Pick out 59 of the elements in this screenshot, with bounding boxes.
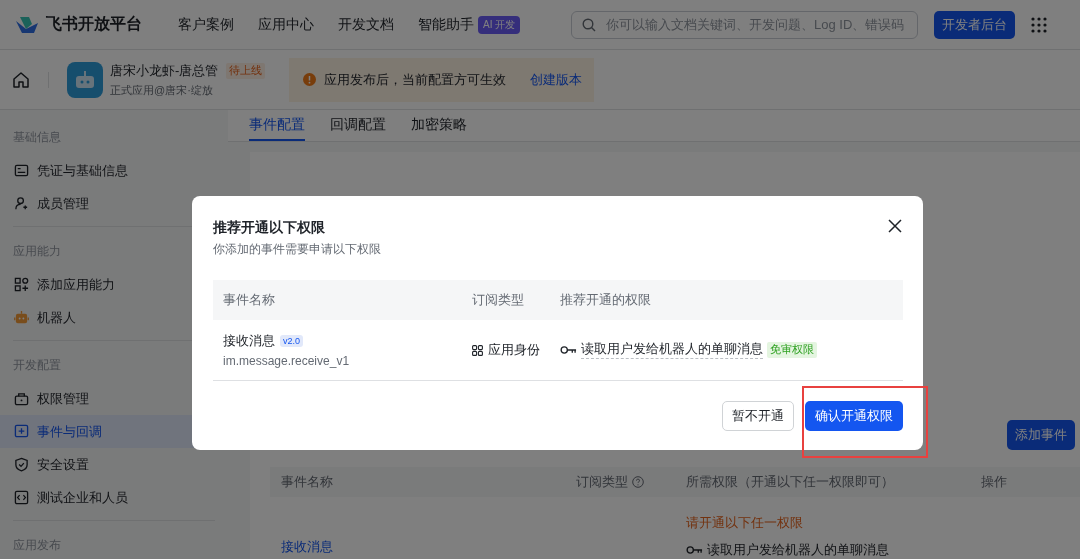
version-tag: v2.0 bbox=[280, 335, 303, 347]
shield-icon bbox=[14, 457, 29, 472]
card-icon bbox=[14, 163, 29, 178]
column-header: 订阅类型 bbox=[576, 473, 628, 491]
home-icon[interactable] bbox=[12, 70, 30, 89]
key-icon bbox=[686, 545, 703, 555]
nav-link[interactable]: 客户案例 bbox=[178, 15, 234, 34]
close-icon[interactable] bbox=[887, 218, 903, 234]
column-header: 事件名称 bbox=[223, 291, 276, 309]
cancel-button[interactable]: 暂不开通 bbox=[722, 401, 794, 431]
nav-link[interactable]: 智能助手 bbox=[418, 15, 474, 34]
event-key: im.message.receive_v1 bbox=[223, 353, 472, 368]
nav-link[interactable]: 应用中心 bbox=[258, 15, 314, 34]
sidebar-item[interactable]: 权限管理 bbox=[0, 382, 228, 415]
status-tag: 待上线 bbox=[226, 62, 266, 79]
app-subtitle: 正式应用@唐宋·绽放 bbox=[110, 82, 214, 98]
help-icon[interactable] bbox=[632, 476, 644, 488]
nav-link[interactable]: 开发文档 bbox=[338, 15, 394, 34]
app-avatar bbox=[67, 61, 103, 98]
permission-name: 读取用户发给机器人的单聊消息 bbox=[581, 341, 763, 359]
column-header: 操作 bbox=[981, 473, 1007, 491]
code-icon bbox=[14, 490, 29, 505]
tab[interactable]: 回调配置 bbox=[330, 110, 386, 141]
lock-icon bbox=[14, 391, 29, 406]
sidebar-item[interactable]: 测试企业和人员 bbox=[0, 481, 228, 514]
search-icon bbox=[582, 17, 596, 32]
column-header: 事件名称 bbox=[281, 473, 333, 491]
logo-text[interactable]: 飞书开放平台 bbox=[46, 14, 142, 35]
sidebar-item[interactable]: 成员管理 bbox=[0, 187, 228, 220]
robot-icon bbox=[14, 310, 29, 325]
add-event-button[interactable]: 添加事件 bbox=[1007, 420, 1075, 450]
warning-icon bbox=[303, 73, 317, 86]
permission-tag: 免审权限 bbox=[767, 342, 817, 358]
apps-icon bbox=[14, 277, 29, 292]
permission-warning: 请开通以下任一权限 bbox=[686, 514, 804, 532]
permission-name: 读取用户发给机器人的单聊消息 bbox=[707, 541, 889, 559]
event-name-link[interactable]: 接收消息 bbox=[281, 514, 686, 559]
notice-text: 应用发布后，当前配置方可生效 bbox=[324, 70, 507, 89]
ai-badge: AI 开发 bbox=[478, 15, 521, 34]
tab[interactable]: 加密策略 bbox=[411, 110, 467, 141]
column-header: 推荐开通的权限 bbox=[560, 291, 652, 309]
column-header: 订阅类型 bbox=[472, 291, 525, 309]
event-icon bbox=[14, 424, 29, 439]
sidebar-item[interactable]: 安全设置 bbox=[0, 448, 228, 481]
console-button[interactable]: 开发者后台 bbox=[934, 10, 1015, 39]
logo-icon[interactable] bbox=[14, 14, 40, 35]
event-name: 接收消息 bbox=[223, 332, 275, 350]
dialog-title: 推荐开通以下权限 bbox=[213, 218, 325, 237]
create-version-link[interactable]: 创建版本 bbox=[530, 70, 583, 89]
subscription-type: 应用身份 bbox=[488, 341, 540, 359]
sidebar-item[interactable]: 凭证与基础信息 bbox=[0, 154, 228, 187]
confirm-button[interactable]: 确认开通权限 bbox=[805, 401, 903, 431]
app-grid-icon[interactable] bbox=[1030, 15, 1048, 34]
tab[interactable]: 事件配置 bbox=[249, 110, 305, 141]
app-name: 唐宋小龙虾-唐总管 bbox=[110, 61, 219, 80]
user-add-icon bbox=[14, 196, 29, 211]
dialog-subtitle: 你添加的事件需要申请以下权限 bbox=[213, 241, 381, 258]
key-icon bbox=[560, 345, 577, 355]
grid-icon bbox=[472, 344, 483, 356]
